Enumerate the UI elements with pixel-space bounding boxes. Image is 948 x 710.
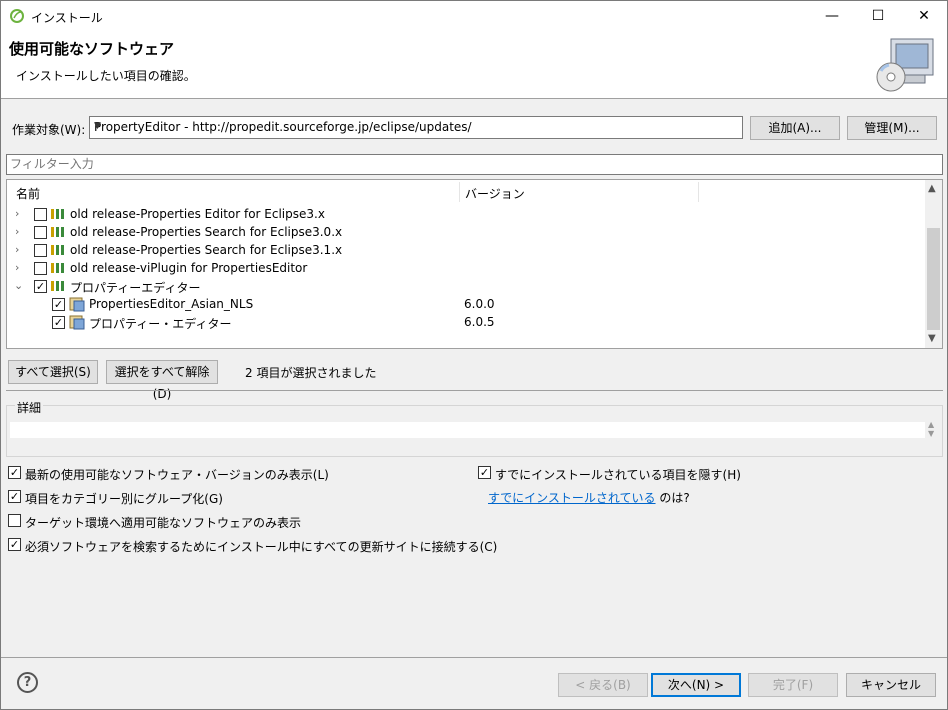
cancel-button[interactable]: キャンセル: [846, 673, 936, 697]
row-checkbox[interactable]: [34, 226, 47, 239]
help-icon[interactable]: ?: [17, 672, 38, 693]
row-name: プロパティーエディター: [70, 281, 201, 295]
software-tree[interactable]: 名前 バージョン › old release-Properties Editor…: [6, 179, 943, 349]
already-installed-suffix: のは?: [659, 491, 690, 505]
already-installed-link[interactable]: すでにインストールされている: [488, 491, 656, 505]
next-button[interactable]: 次へ(N) >: [651, 673, 741, 697]
feature-plugin-icon: [69, 297, 85, 312]
row-checkbox[interactable]: ✓: [34, 280, 47, 293]
column-header-name[interactable]: 名前: [16, 185, 40, 202]
tree-row[interactable]: › old release-Properties Search for Ecli…: [7, 242, 925, 260]
row-name: old release-Properties Search for Eclips…: [70, 225, 343, 239]
row-checkbox[interactable]: ✓: [52, 316, 65, 329]
manage-sites-button[interactable]: 管理(M)...: [847, 116, 937, 140]
chevron-right-icon[interactable]: ›: [15, 225, 19, 238]
chevron-right-icon[interactable]: ›: [15, 207, 19, 220]
option-label: すでにインストールされている項目を隠す(H): [495, 468, 741, 482]
category-icon: [51, 227, 64, 237]
work-target-combo[interactable]: PropertyEditor - http://propedit.sourcef…: [89, 116, 743, 139]
details-caption: 詳細: [15, 399, 44, 416]
checkbox[interactable]: ✓: [8, 466, 21, 479]
category-icon: [51, 209, 64, 219]
details-text: [10, 422, 925, 438]
tree-row[interactable]: › old release-Properties Search for Ecli…: [7, 224, 925, 242]
wizard-banner: 使用可能なソフトウェア インストールしたい項目の確認。: [1, 31, 947, 99]
minimize-button[interactable]: —: [809, 1, 855, 31]
details-group: 詳細 ▲ ▼: [6, 399, 943, 457]
feature-plugin-icon: [69, 315, 85, 330]
column-divider: [698, 182, 699, 202]
install-dialog: インストール — ☐ ✕ 使用可能なソフトウェア インストールしたい項目の確認。…: [0, 0, 948, 710]
chevron-down-icon[interactable]: ▼: [94, 121, 738, 131]
maximize-button[interactable]: ☐: [855, 1, 901, 31]
title-bar: インストール — ☐ ✕: [1, 1, 947, 31]
divider: [6, 390, 943, 391]
tree-row[interactable]: ⌄ ✓ プロパティーエディター: [7, 278, 925, 296]
option-label: 最新の使用可能なソフトウェア・バージョンのみ表示(L): [25, 468, 329, 482]
tree-row[interactable]: › old release-viPlugin for PropertiesEdi…: [7, 260, 925, 278]
add-site-button[interactable]: 追加(A)...: [750, 116, 840, 140]
row-checkbox[interactable]: [34, 262, 47, 275]
category-icon: [51, 263, 64, 273]
page-subtitle: インストールしたい項目の確認。: [16, 69, 196, 83]
row-name: PropertiesEditor_Asian_NLS: [89, 297, 254, 311]
tree-row[interactable]: › old release-Properties Editor for Ecli…: [7, 206, 925, 224]
option-label: ターゲット環境へ適用可能なソフトウェアのみ表示: [25, 516, 302, 530]
checkbox[interactable]: [8, 514, 21, 527]
work-target-label: 作業対象(W):: [12, 123, 86, 137]
row-name: old release-viPlugin for PropertiesEdito…: [70, 261, 308, 275]
eclipse-spring-icon: [10, 9, 24, 23]
install-wizard-icon: [876, 38, 934, 92]
selection-count: 2 項目が選択されました: [245, 366, 377, 380]
column-header-version[interactable]: バージョン: [465, 185, 525, 202]
back-button[interactable]: < 戻る(B): [558, 673, 648, 697]
deselect-all-button[interactable]: 選択をすべて解除(D): [106, 360, 218, 401]
filter-input[interactable]: [10, 157, 910, 171]
close-button[interactable]: ✕: [901, 1, 947, 31]
select-all-button[interactable]: すべて選択(S): [8, 360, 98, 384]
category-icon: [51, 281, 64, 291]
finish-button[interactable]: 完了(F): [748, 673, 838, 697]
row-name: old release-Properties Search for Eclips…: [70, 243, 343, 257]
tree-scrollbar[interactable]: ▲ ▼: [925, 180, 942, 348]
option-label: 項目をカテゴリー別にグループ化(G): [25, 492, 223, 506]
checkbox[interactable]: ✓: [8, 490, 21, 503]
row-name: old release-Properties Editor for Eclips…: [70, 207, 325, 221]
page-title: 使用可能なソフトウェア: [9, 40, 175, 58]
tree-header: 名前 バージョン: [7, 180, 925, 204]
row-checkbox[interactable]: [34, 244, 47, 257]
chevron-down-icon[interactable]: ⌄: [14, 279, 23, 292]
tree-row[interactable]: ✓ PropertiesEditor_Asian_NLS 6.0.0: [7, 296, 925, 314]
filter-field[interactable]: [6, 154, 943, 175]
divider: [1, 657, 947, 658]
option-label: 必須ソフトウェアを検索するためにインストール中にすべての更新サイトに接続する(C…: [25, 540, 498, 554]
row-checkbox[interactable]: [34, 208, 47, 221]
scroll-up-icon[interactable]: ▲: [928, 183, 936, 194]
row-checkbox[interactable]: ✓: [52, 298, 65, 311]
tree-row[interactable]: ✓ プロパティー・エディター 6.0.5: [7, 314, 925, 332]
row-version: 6.0.5: [464, 315, 495, 329]
column-divider: [459, 182, 460, 202]
window-title: インストール: [31, 11, 103, 25]
row-name: プロパティー・エディター: [89, 317, 232, 331]
scroll-down-icon[interactable]: ▼: [928, 333, 936, 344]
scrollbar-thumb[interactable]: [927, 228, 940, 330]
category-icon: [51, 245, 64, 255]
checkbox[interactable]: ✓: [478, 466, 491, 479]
chevron-right-icon[interactable]: ›: [15, 261, 19, 274]
already-installed-text: すでにインストールされている のは?: [488, 489, 690, 506]
row-version: 6.0.0: [464, 297, 495, 311]
details-scroll-icon[interactable]: ▲ ▼: [928, 420, 934, 438]
chevron-right-icon[interactable]: ›: [15, 243, 19, 256]
checkbox[interactable]: ✓: [8, 538, 21, 551]
